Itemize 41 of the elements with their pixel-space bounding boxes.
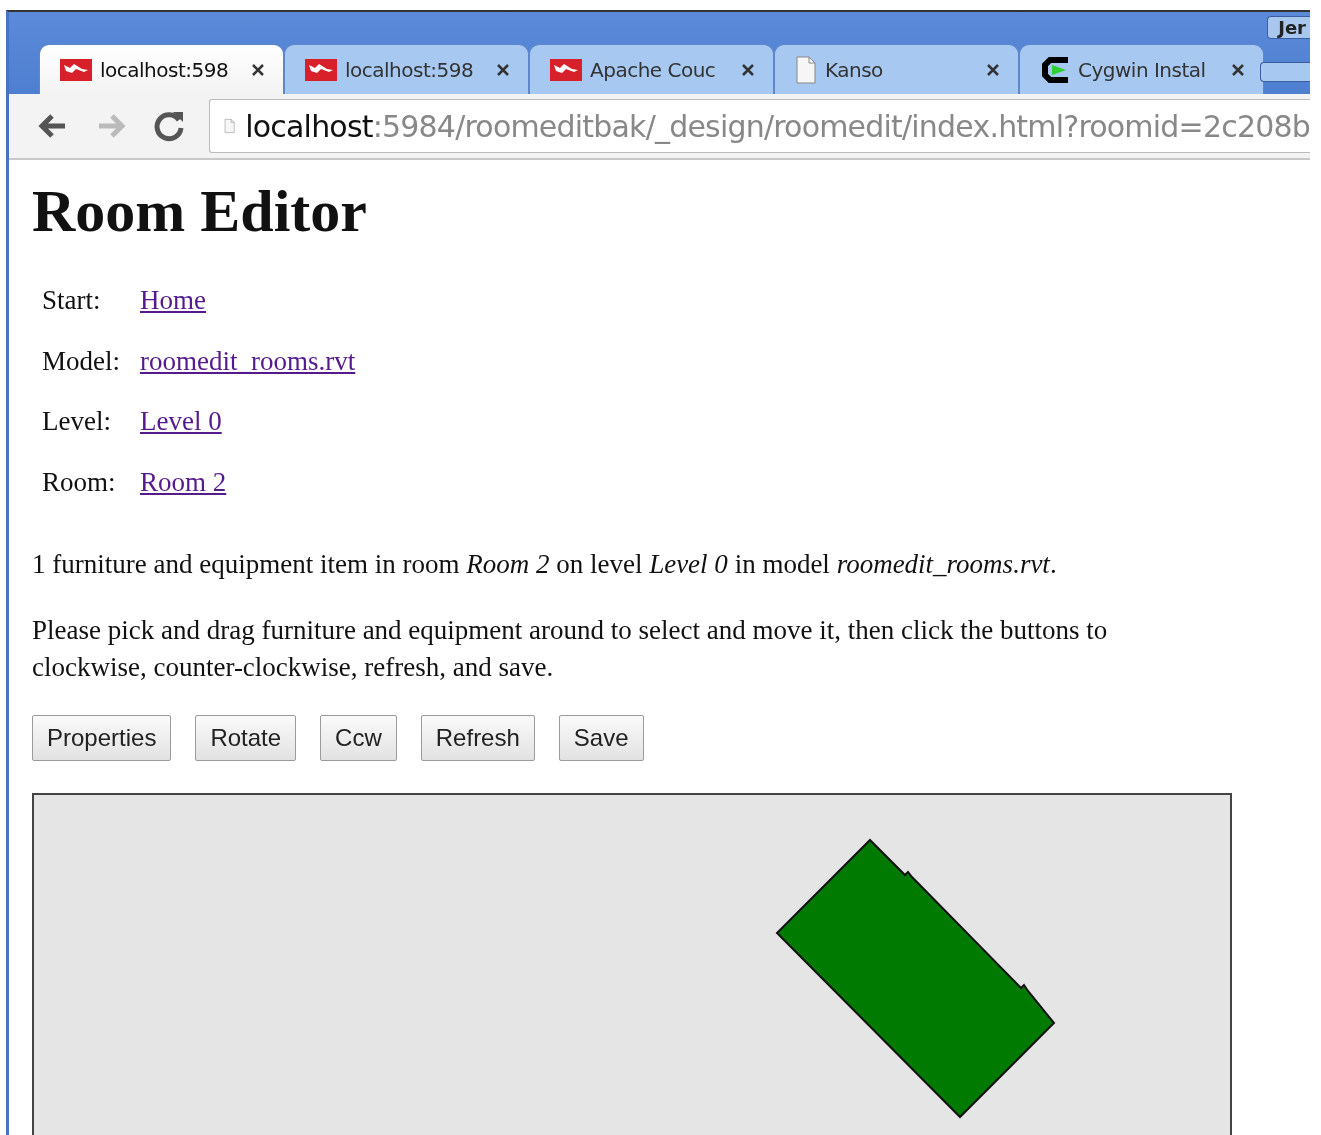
toolbar-button[interactable]: Ccw [320, 715, 397, 762]
tab-title: localhost:598 [100, 56, 230, 84]
couch-logo-icon [60, 58, 92, 81]
field-label: Room: [42, 466, 116, 497]
close-icon[interactable] [1231, 62, 1245, 77]
browser-tab[interactable]: Kanso [774, 44, 1019, 94]
instructions-text: Please pick and drag furniture and equipment around to select and move it, then click the buttons to clockwise, counter-clockwise, refresh, and save. [32, 614, 1109, 684]
tab-title: Cygwin Instal [1078, 56, 1207, 84]
field-label: Model: [42, 345, 120, 376]
close-icon[interactable] [986, 62, 1000, 77]
nav-link[interactable]: Room 2 [140, 466, 227, 497]
address-bar[interactable]: localhost:5984/roomeditbak/_design/roomedit/index.html?roomid=2c208b [209, 99, 1310, 153]
tab-title: Apache Couc [590, 56, 717, 84]
user-button[interactable]: Jer [1267, 16, 1310, 39]
field-label: Level: [42, 406, 111, 436]
browser-tab[interactable]: localhost:598 [39, 44, 284, 94]
toolbar-button[interactable]: Save [558, 715, 644, 762]
field-label: Start: [42, 285, 101, 315]
toolbar-button[interactable]: Rotate [195, 715, 297, 762]
couch-logo-icon [305, 58, 337, 81]
nav-link[interactable]: Home [140, 285, 206, 315]
url-text: localhost:5984/roomeditbak/_design/roomedit/index.html?roomid=2c208b [245, 107, 1310, 146]
toolbar-button[interactable]: Refresh [420, 715, 535, 762]
new-tab-button[interactable] [1260, 62, 1310, 82]
page-icon [795, 55, 817, 84]
browser-tab[interactable]: Cygwin Instal [1019, 44, 1264, 94]
nav-link[interactable]: roomedit_rooms.rvt [140, 345, 356, 376]
browser-tab[interactable]: localhost:598 [284, 44, 529, 94]
couch-logo-icon [550, 58, 582, 81]
close-icon[interactable] [251, 62, 265, 77]
nav-link[interactable]: Level 0 [140, 406, 222, 436]
cygwin-logo-icon [1040, 54, 1070, 85]
browser-tab[interactable]: Apache Couc [529, 44, 774, 94]
tab-title: localhost:598 [345, 56, 475, 84]
tab-title: Kanso [825, 56, 884, 84]
close-icon[interactable] [496, 62, 510, 77]
furniture-item[interactable] [775, 838, 1056, 1119]
toolbar-button[interactable]: Properties [32, 715, 172, 762]
summary-text: 1 furniture and equipment item in room Room 2 on level Level 0 in model roomedit_rooms.rvt. [32, 548, 1058, 581]
page-heading: Room Editor [32, 178, 368, 244]
close-icon[interactable] [741, 62, 755, 77]
